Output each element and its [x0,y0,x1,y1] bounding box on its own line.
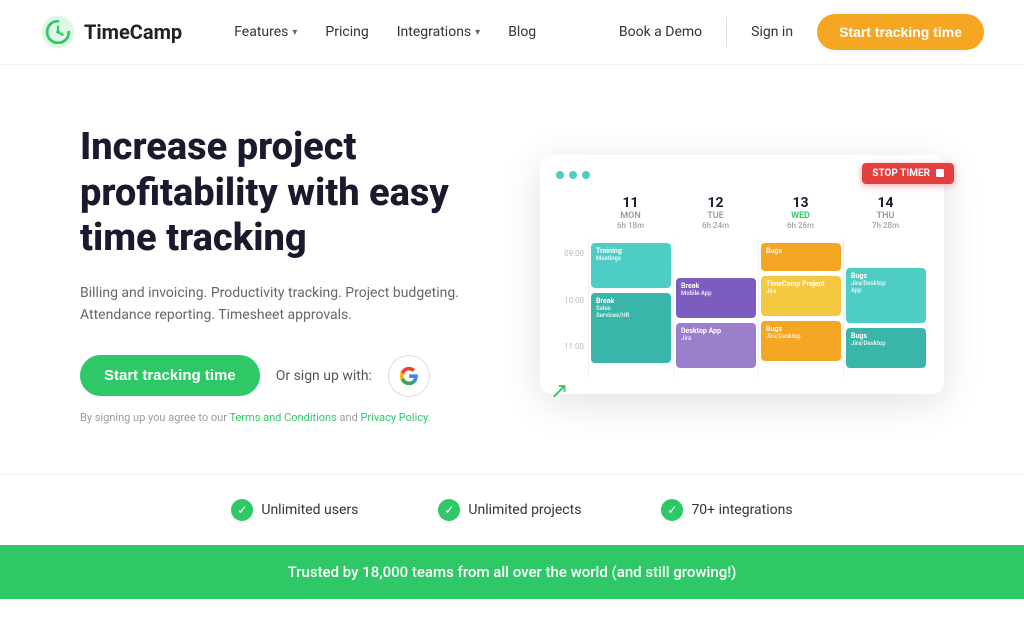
calendar-card: STOP TIMER 11 MON 6h 18m 12 TUE 6h 24m 1… [540,155,944,394]
calendar-header: 11 MON 6h 18m 12 TUE 6h 24m 13 WED 6h 26… [556,191,928,234]
cal-col-tue: Break Mobile App Desktop App Jira [673,238,758,378]
google-signup-button[interactable] [388,355,430,397]
check-icon-integrations: ✓ [661,499,683,521]
nav-divider [726,17,727,47]
event-timecamp-project: TimeCamp Project Jira [761,276,841,316]
terms-text: By signing up you agree to our Terms and… [80,411,500,424]
feature-integrations: ✓ 70+ integrations [661,499,792,521]
feature-unlimited-users: ✓ Unlimited users [231,499,358,521]
logo[interactable]: TimeCamp [40,14,182,50]
stop-timer-badge[interactable]: STOP TIMER [862,163,954,184]
stop-icon [936,169,944,177]
check-icon-projects: ✓ [438,499,460,521]
hero-left: Increase project profitability with easy… [80,125,500,424]
chevron-down-icon: ▾ [292,27,297,38]
check-icon-users: ✓ [231,499,253,521]
arrow-decoration: ↗ [550,379,568,404]
nav-blog[interactable]: Blog [496,16,548,48]
or-signup-text: Or sign up with: [276,368,372,384]
google-icon [399,366,419,386]
dot-2 [569,171,577,179]
hero-cta-button[interactable]: Start tracking time [80,355,260,396]
terms-conditions-link[interactable]: Terms and Conditions [229,411,336,424]
nav-links: Features ▾ Pricing Integrations ▾ Blog [222,16,607,48]
event-break-sales: Break Sales Services/HR [591,293,671,363]
cal-header-wed: 13 WED 6h 26m [758,191,843,234]
book-demo-link[interactable]: Book a Demo [607,16,714,48]
event-desktop-jira: Desktop App Jira [676,323,756,368]
cal-header-thu: 14 THU 7h 28m [843,191,928,234]
logo-text: TimeCamp [84,20,182,44]
logo-icon [40,14,76,50]
time-label-10: 10:00 [556,294,588,322]
hero-actions: Start tracking time Or sign up with: [80,355,500,397]
sign-in-link[interactable]: Sign in [739,16,805,48]
hero-right: STOP TIMER 11 MON 6h 18m 12 TUE 6h 24m 1… [540,155,944,394]
navbar: TimeCamp Features ▾ Pricing Integrations… [0,0,1024,65]
feature-unlimited-projects: ✓ Unlimited projects [438,499,581,521]
hero-title: Increase project profitability with easy… [80,125,500,262]
nav-pricing[interactable]: Pricing [313,16,380,48]
cal-col-thu: Bugs Jira/Desktop App Bugs Jira/Desktop [843,238,928,378]
time-label-11: 11:00 [556,340,588,368]
navbar-cta-button[interactable]: Start tracking time [817,14,984,50]
hero-subtitle: Billing and invoicing. Productivity trac… [80,282,500,327]
cal-header-tue: 12 TUE 6h 24m [673,191,758,234]
event-bugs-thu1: Bugs Jira/Desktop App [846,268,926,323]
hero-section: Increase project profitability with easy… [0,65,1024,464]
chevron-down-icon: ▾ [475,27,480,38]
dot-1 [556,171,564,179]
cal-header-mon: 11 MON 6h 18m [588,191,673,234]
event-bugs-wed2: Bugs Jira/Desktop [761,321,841,361]
privacy-policy-link[interactable]: Privacy Policy [361,411,428,424]
trusted-banner: Trusted by 18,000 teams from all over th… [0,545,1024,599]
event-break-mobile: Break Mobile App [676,278,756,318]
features-strip: ✓ Unlimited users ✓ Unlimited projects ✓… [0,474,1024,545]
calendar-body: 09:00 10:00 11:00 Training Meetings Brea… [556,238,928,378]
cal-col-wed: Bugs TimeCamp Project Jira Bugs Jira/Des… [758,238,843,378]
time-label-9: 09:00 [556,247,588,275]
event-training: Training Meetings [591,243,671,288]
nav-right: Book a Demo Sign in Start tracking time [607,14,984,50]
nav-features[interactable]: Features ▾ [222,16,309,48]
nav-integrations[interactable]: Integrations ▾ [385,16,492,48]
dot-3 [582,171,590,179]
time-column: 09:00 10:00 11:00 [556,238,588,378]
event-bugs-wed1: Bugs [761,243,841,271]
cal-col-mon: Training Meetings Break Sales Services/H… [588,238,673,378]
event-bugs-thu2: Bugs Jira/Desktop [846,328,926,368]
